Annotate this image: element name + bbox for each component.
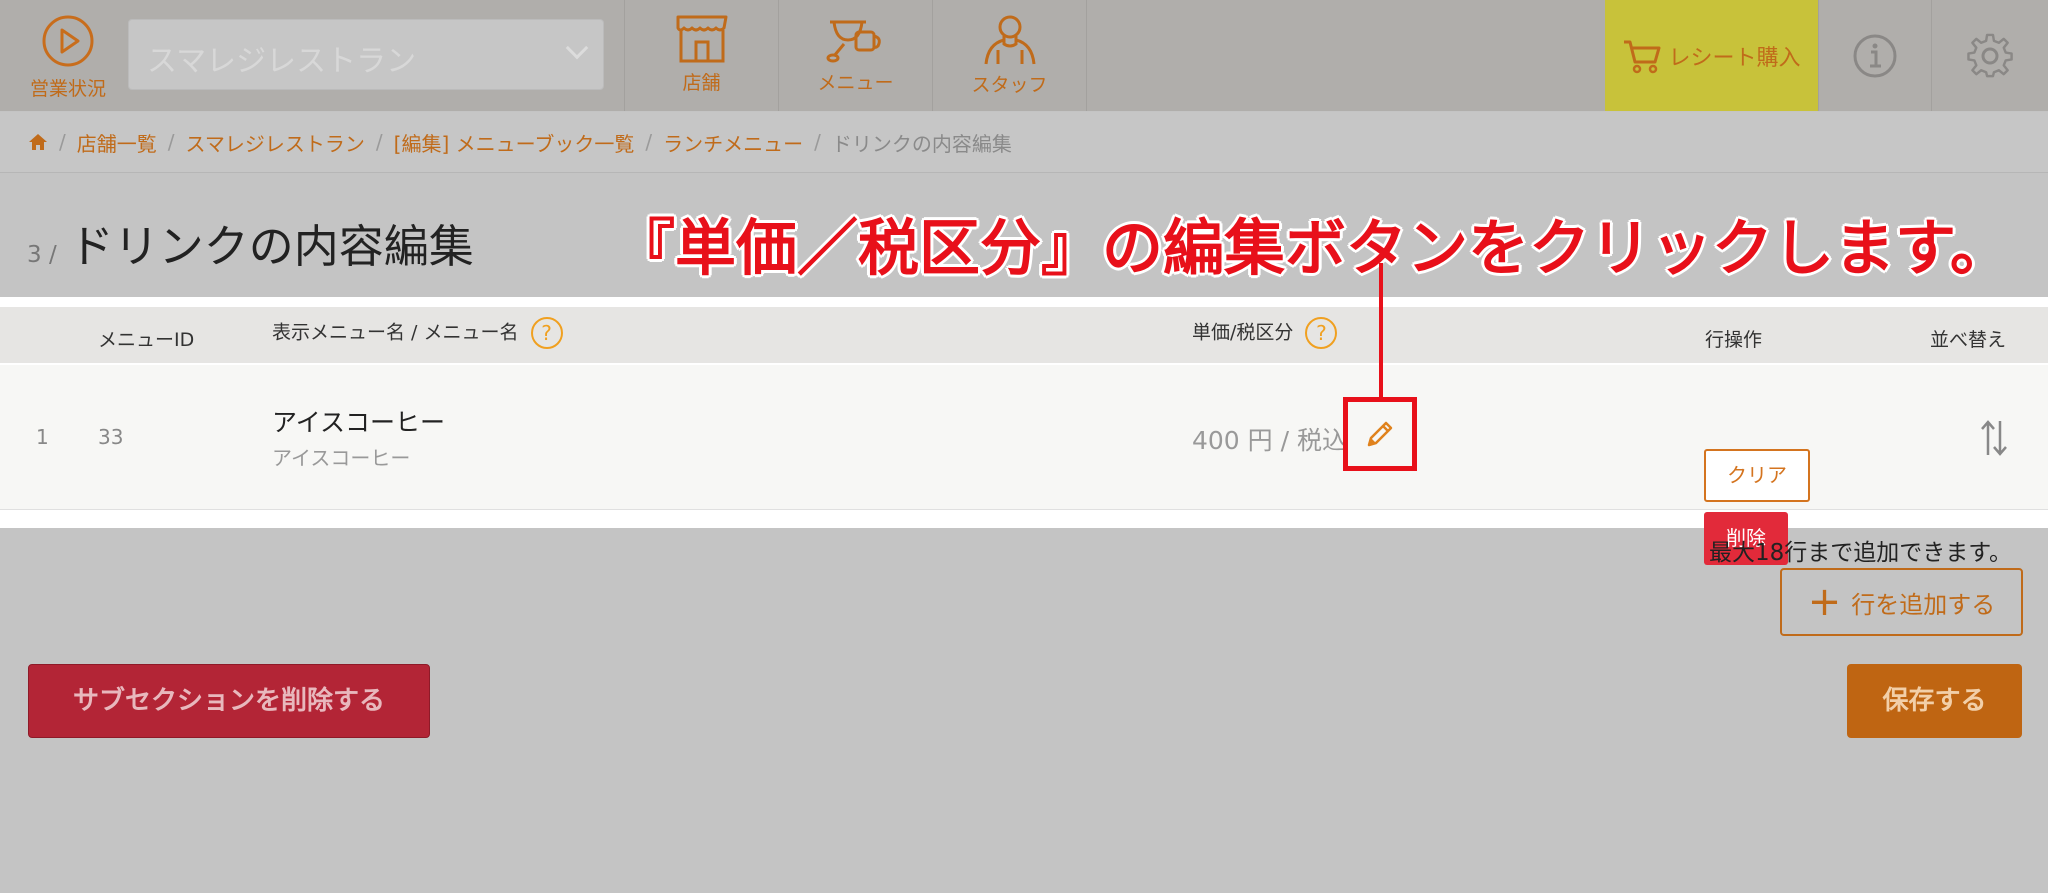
cup-icon	[826, 20, 881, 63]
breadcrumb-menubook-list[interactable]: [編集] メニューブック一覧	[394, 128, 635, 157]
page-title: ドリンクの内容編集	[68, 220, 474, 273]
receipt-purchase-button[interactable]: レシート購入	[1605, 0, 1818, 111]
breadcrumb-current: ドリンクの内容編集	[831, 131, 1012, 156]
nav-store-button[interactable]: 店舗	[624, 0, 778, 111]
row-menu-id: 33	[98, 425, 124, 449]
page-number: 3 /	[27, 242, 57, 268]
cart-icon	[1624, 40, 1661, 73]
top-bar: 営業状況 スマレジレストラン 店舗 メニュー スタッフ レシート購入	[0, 0, 2048, 111]
row-price: 400 円 / 税込	[1192, 426, 1347, 455]
page-header: 3 / ドリンクの内容編集	[27, 210, 474, 275]
header-row-ops: 行操作	[1705, 329, 1763, 351]
sort-handle-icon[interactable]	[1980, 419, 2008, 457]
header-price: 単価/税区分	[1192, 321, 1294, 344]
nav-staff-label: スタッフ	[971, 74, 1048, 96]
help-price-icon[interactable]: ?	[1305, 317, 1338, 349]
storefront-icon	[676, 15, 727, 63]
clear-button[interactable]: クリア	[1704, 449, 1810, 502]
row-display-name: アイスコーヒー	[272, 408, 446, 437]
settings-button[interactable]	[1931, 0, 2048, 111]
annotation-line	[1379, 263, 1383, 399]
add-row-button[interactable]: + 行を追加する	[1780, 568, 2023, 636]
store-select-value: スマレジレストラン	[147, 44, 417, 79]
annotation-highlight-box	[1343, 397, 1417, 471]
breadcrumb-store[interactable]: スマレジレストラン	[186, 128, 365, 157]
add-row-label: 行を追加する	[1851, 590, 1996, 619]
row-index: 1	[36, 425, 49, 449]
breadcrumb-separator: /	[645, 130, 653, 154]
staff-icon	[984, 15, 1035, 65]
breadcrumb-separator: /	[167, 130, 175, 154]
header-price-wrap: 単価/税区分 ?	[1192, 317, 1338, 349]
receipt-purchase-label: レシート購入	[1668, 45, 1801, 71]
store-select[interactable]: スマレジレストラン	[128, 19, 604, 90]
breadcrumb-lunch-menu[interactable]: ランチメニュー	[663, 128, 803, 157]
help-name-icon[interactable]: ?	[530, 317, 563, 349]
max-rows-note: 最大18行まで追加できます。	[1709, 540, 2012, 566]
delete-subsection-button[interactable]: サブセクションを削除する	[28, 664, 430, 738]
save-button[interactable]: 保存する	[1847, 664, 2022, 738]
row-menu-name: アイスコーヒー	[272, 446, 411, 470]
header-menu-id: メニューID	[98, 329, 195, 351]
nav-menu-button[interactable]: メニュー	[778, 0, 932, 111]
plus-icon: +	[1807, 579, 1842, 625]
info-button[interactable]	[1818, 0, 1931, 111]
nav-menu-label: メニュー	[817, 72, 894, 94]
breadcrumb-store-list[interactable]: 店舗一覧	[77, 128, 157, 157]
business-status-label: 営業状況	[29, 78, 106, 100]
menu-table: メニューID 表示メニュー名 / メニュー名 ? 単価/税区分 ? 行操作 並べ…	[0, 297, 2048, 565]
annotation-text: 『単価／税区分』の編集ボタンをクリックします。	[614, 213, 2011, 284]
header-name: 表示メニュー名 / メニュー名	[272, 321, 519, 344]
breadcrumb-separator: /	[375, 130, 383, 154]
header-name-wrap: 表示メニュー名 / メニュー名 ?	[272, 317, 563, 349]
table-header: メニューID 表示メニュー名 / メニュー名 ? 単価/税区分 ? 行操作 並べ…	[0, 307, 2048, 363]
breadcrumb-separator: /	[814, 130, 821, 154]
home-icon[interactable]	[28, 132, 48, 152]
nav-store-label: 店舗	[682, 72, 721, 94]
table-row: 1 33 アイスコーヒー アイスコーヒー 400 円 / 税込 クリア 削除	[0, 365, 2048, 565]
play-circle-icon	[42, 15, 94, 67]
chevron-down-icon	[565, 36, 589, 60]
nav-staff-button[interactable]: スタッフ	[932, 0, 1087, 111]
header-sort: 並べ替え	[1930, 329, 2007, 351]
breadcrumb: / 店舗一覧 / スマレジレストラン / [編集] メニューブック一覧 / ラン…	[0, 112, 2048, 173]
breadcrumb-separator: /	[59, 130, 66, 154]
info-icon	[1853, 34, 1897, 77]
gear-icon	[1967, 33, 2013, 77]
business-status-button[interactable]: 営業状況	[22, 14, 114, 104]
